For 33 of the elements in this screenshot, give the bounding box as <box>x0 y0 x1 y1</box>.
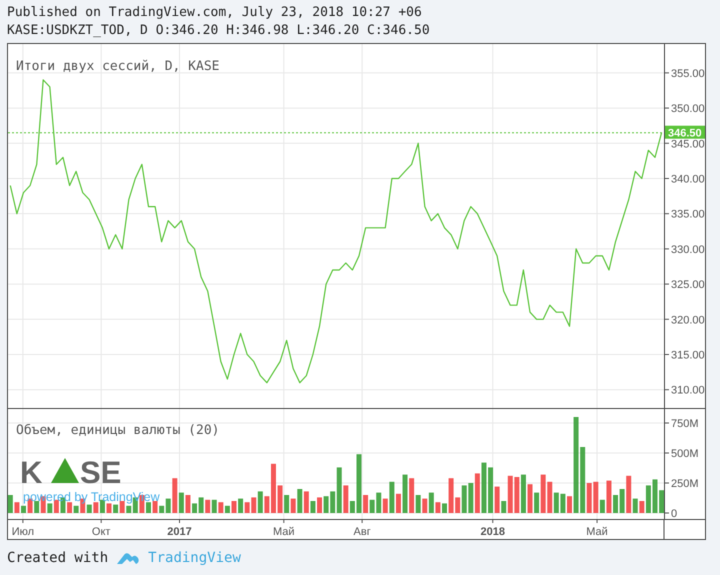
price-label: 346.50 <box>665 126 705 140</box>
axis-label: 325.00 <box>671 279 705 292</box>
published-text: Published on TradingView.com, July 23, 2018 10:27 +06 <box>7 4 423 22</box>
symbol-info: KASE:USDKZT_TOD, D O:346.20 H:346.98 L:346.20 C:346.50 <box>7 22 431 40</box>
logo-text: K <box>20 455 42 490</box>
time-label: 2017 <box>167 526 192 538</box>
axis-label: 315.00 <box>671 350 705 362</box>
axis-label: 320.00 <box>671 314 705 326</box>
created-with-text: Created with <box>7 550 108 566</box>
axis-label: 330.00 <box>671 244 705 256</box>
logo-text: SE <box>80 455 122 490</box>
axis-label: 340.00 <box>671 173 705 186</box>
axis-label: 350.00 <box>671 103 705 116</box>
time-label: Май <box>273 526 295 538</box>
triangle-icon <box>51 458 79 483</box>
cloud-icon <box>116 551 140 565</box>
axis-label: 355.00 <box>671 68 705 80</box>
time-label: Авг <box>354 526 371 538</box>
time-label: Май <box>586 526 608 538</box>
time-label: Окт <box>92 526 110 538</box>
chart-title: Объем, единицы валюты (20) <box>16 423 220 438</box>
axis-label: 310.00 <box>671 384 705 397</box>
time-label: 2018 <box>480 526 505 538</box>
axis-label: 345.00 <box>671 138 705 150</box>
ref-line-label: 346.50 <box>668 128 702 140</box>
axis-label: 335.00 <box>671 208 705 221</box>
time-label: Июл <box>12 526 34 538</box>
axis-label: 0 <box>671 508 678 520</box>
chart-title: Итоги двух сессий, D, KASE <box>16 59 220 74</box>
tradingview-link[interactable]: TradingView <box>116 550 241 566</box>
axis-label: 250M <box>671 478 699 490</box>
axis-label: 500M <box>671 448 699 460</box>
axis-label: 750M <box>671 418 699 430</box>
